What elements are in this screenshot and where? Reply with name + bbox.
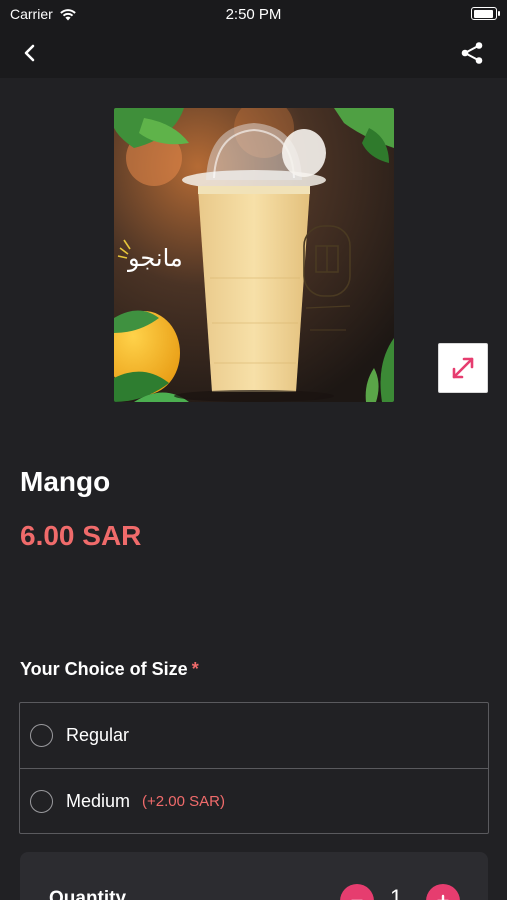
- size-option-regular[interactable]: Regular: [20, 703, 488, 768]
- battery-icon: [471, 7, 500, 20]
- size-section-label: Your Choice of Size: [20, 659, 188, 679]
- radio-button[interactable]: [30, 724, 53, 747]
- size-options: Regular Medium (+2.00 SAR): [19, 702, 489, 834]
- product-image-arabic-text: مانجو: [128, 244, 183, 272]
- chevron-left-icon: [24, 44, 35, 62]
- size-section-title: Your Choice of Size *: [20, 659, 199, 680]
- quantity-increase-button[interactable]: [426, 884, 460, 900]
- share-button[interactable]: [457, 38, 487, 68]
- quantity-card: Quantity 1: [20, 852, 488, 900]
- status-time: 2:50 PM: [225, 6, 282, 23]
- quantity-label: Quantity: [49, 888, 127, 900]
- quantity-decrease-button[interactable]: [340, 884, 374, 900]
- status-bar: Carrier 2:50 PM: [0, 0, 507, 28]
- share-icon: [461, 42, 483, 64]
- plus-icon: [437, 894, 449, 900]
- back-button[interactable]: [14, 38, 46, 68]
- size-option-medium[interactable]: Medium (+2.00 SAR): [20, 768, 488, 833]
- nav-bar: [0, 28, 507, 78]
- product-title: Mango: [20, 466, 111, 497]
- minus-icon: [351, 899, 363, 900]
- option-extra-price: (+2.00 SAR): [142, 792, 225, 810]
- option-label: Regular: [66, 725, 130, 745]
- quantity-value: 1: [390, 885, 403, 900]
- expand-image-button[interactable]: [438, 343, 488, 393]
- expand-icon: [452, 357, 474, 379]
- battery-level: [473, 9, 493, 18]
- product-image[interactable]: مانجو: [114, 108, 394, 402]
- option-label: Medium: [66, 790, 131, 811]
- required-marker: *: [191, 659, 199, 679]
- product-price: 6.00 SAR: [20, 520, 142, 551]
- radio-button[interactable]: [30, 789, 53, 813]
